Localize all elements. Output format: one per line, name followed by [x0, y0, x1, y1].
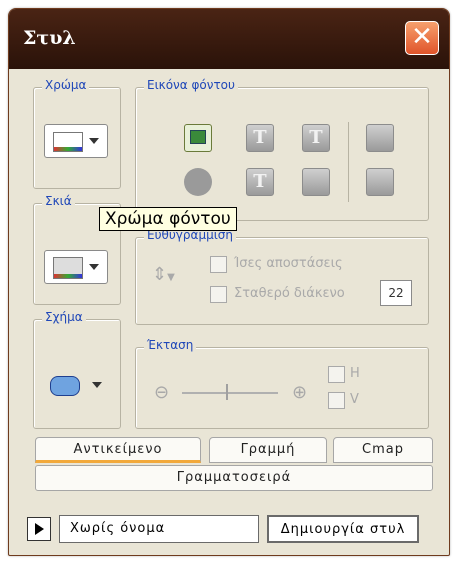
style-window: Στυλ ✕ Χρώμα Εικόνα φόντου T T T Σκιά Ευ…	[8, 8, 450, 556]
rounded-rect-icon	[50, 376, 80, 396]
tab-object[interactable]: Αντικείμενο	[35, 437, 201, 463]
slider-handle[interactable]	[226, 384, 228, 400]
title-bar: Στυλ ✕	[9, 9, 449, 69]
zoom-in-icon[interactable]: ⊕	[292, 382, 307, 403]
v-checkbox[interactable]	[328, 392, 345, 409]
alignment-group: Ευθυγράμμιση ⇕▼ Ίσες αποστάσεις Σταθερό …	[135, 228, 429, 325]
chevron-down-icon	[89, 138, 99, 144]
v-label: V	[350, 392, 359, 407]
clear-icon[interactable]: T	[302, 124, 330, 152]
tab-line[interactable]: Γραμμή	[209, 437, 327, 463]
color-legend: Χρώμα	[42, 78, 90, 92]
extent-legend: Έκταση	[144, 338, 197, 352]
shadow-legend: Σκιά	[42, 194, 75, 208]
close-button[interactable]: ✕	[405, 21, 439, 55]
fixed-spacing-label: Σταθερό διάκενο	[234, 286, 345, 301]
text-icon[interactable]: T	[246, 124, 274, 152]
image-icon[interactable]	[184, 124, 212, 152]
arrow-right-icon	[35, 523, 44, 535]
crop-icon[interactable]	[366, 168, 394, 196]
chevron-down-icon	[92, 382, 102, 388]
fixed-spacing-checkbox[interactable]	[210, 286, 227, 303]
equal-spacing-checkbox[interactable]	[210, 256, 227, 273]
h-checkbox[interactable]	[328, 366, 345, 383]
create-style-button[interactable]: Δημιουργία στυλ	[267, 515, 419, 543]
extent-group: Έκταση ⊖ ⊕ H V	[135, 338, 429, 429]
zoom-out-icon[interactable]: ⊖	[154, 382, 169, 403]
shadow-dropdown[interactable]	[44, 250, 108, 284]
chevron-down-icon	[89, 264, 99, 270]
separator	[348, 122, 349, 202]
tab-cmap[interactable]: Cmap	[333, 437, 433, 463]
background-image-legend: Εικόνα φόντου	[144, 78, 238, 92]
style-panel: Χρώμα Εικόνα φόντου T T T Σκιά Ευθυγράμμ…	[25, 78, 435, 433]
h-label: H	[350, 366, 360, 381]
play-button[interactable]	[27, 517, 51, 541]
no-image-icon[interactable]	[184, 168, 212, 196]
color-swatch-icon	[53, 132, 83, 152]
shape-dropdown[interactable]	[48, 372, 110, 398]
background-image-group: Εικόνα φόντου T T T	[135, 78, 429, 221]
text-icon[interactable]: T	[246, 168, 274, 196]
equal-spacing-label: Ίσες αποστάσεις	[234, 256, 343, 271]
shape-legend: Σχήμα	[42, 310, 86, 324]
close-icon: ✕	[411, 22, 433, 52]
extent-slider[interactable]	[182, 384, 278, 400]
tooltip: Χρώμα φόντου	[99, 207, 237, 231]
shape-group: Σχήμα	[33, 310, 121, 429]
fixed-spacing-value[interactable]: 22	[380, 280, 412, 306]
fit-icon[interactable]	[302, 168, 330, 196]
shadow-swatch-icon	[53, 257, 83, 279]
style-name-field[interactable]: Χωρίς όνομα	[59, 515, 259, 543]
wrap-icon[interactable]	[366, 124, 394, 152]
window-title: Στυλ	[23, 27, 76, 49]
alignment-dropdown[interactable]: ⇕▼	[152, 264, 188, 294]
color-dropdown[interactable]	[44, 124, 108, 158]
color-group: Χρώμα	[33, 78, 121, 189]
tab-font[interactable]: Γραμματοσειρά	[35, 465, 433, 491]
